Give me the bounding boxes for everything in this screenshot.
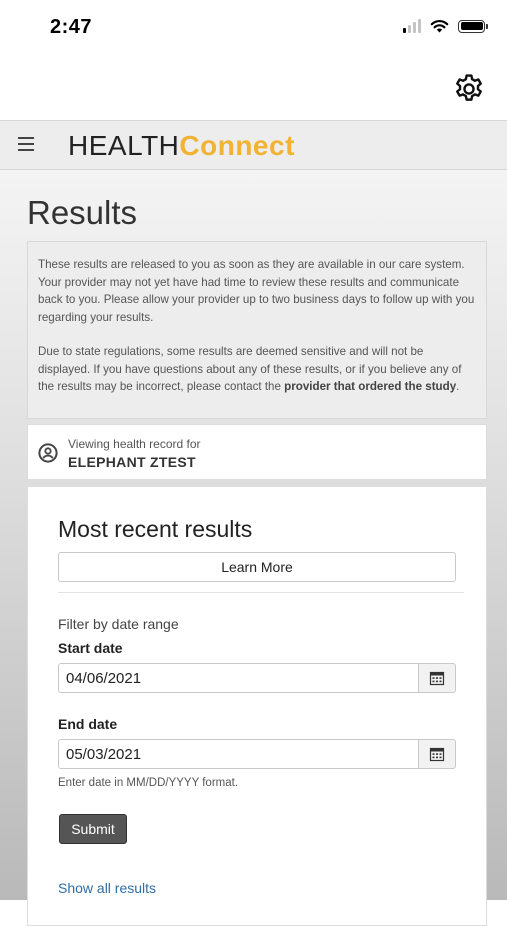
notice-paragraph-2: Due to state regulations, some results a…: [38, 345, 462, 393]
wifi-icon: [430, 20, 449, 33]
page-title: Results: [27, 194, 138, 231]
end-date-calendar-button[interactable]: [418, 739, 456, 769]
calendar-icon: [429, 671, 445, 686]
status-bar: 2:47: [0, 0, 507, 58]
results-notice: These results are released to you as soo…: [27, 241, 487, 419]
divider: [58, 592, 464, 593]
start-date-group: [58, 663, 456, 693]
notice-bold-text: provider that ordered the study: [284, 380, 457, 393]
patient-name: ELEPHANT ZTEST: [68, 454, 196, 470]
healthconnect-logo[interactable]: HEALTHConnect: [68, 130, 295, 162]
results-title: Most recent results: [58, 516, 253, 542]
show-all-results-link[interactable]: Show all results: [58, 880, 156, 896]
start-date-calendar-button[interactable]: [418, 663, 456, 693]
hamburger-menu-icon[interactable]: [18, 137, 34, 151]
start-date-label: Start date: [58, 640, 123, 656]
record-label: Viewing health record for: [68, 437, 201, 451]
end-date-group: [58, 739, 456, 769]
top-toolbar: [0, 58, 507, 120]
learn-more-button[interactable]: Learn More: [58, 552, 456, 582]
logo-text-connect: Connect: [179, 130, 295, 161]
submit-button[interactable]: Submit: [59, 814, 127, 844]
end-date-label: End date: [58, 716, 118, 732]
results-card: Most recent results Learn More Filter by…: [27, 486, 487, 926]
page-content: Results These results are released to yo…: [0, 170, 507, 926]
date-format-hint: Enter date in MM/DD/YYYY format.: [58, 777, 239, 789]
notice-paragraph-1: These results are released to you as soo…: [38, 258, 475, 324]
calendar-icon: [429, 747, 445, 762]
start-date-input[interactable]: [58, 663, 418, 693]
app-header: HEALTHConnect: [0, 120, 507, 170]
end-date-input[interactable]: [58, 739, 418, 769]
battery-icon: [458, 19, 488, 33]
status-icons: [403, 19, 488, 33]
logo-text-health: HEALTH: [68, 130, 180, 161]
person-circle-icon: [38, 443, 58, 463]
health-record-card: Viewing health record for ELEPHANT ZTEST: [27, 424, 487, 480]
filter-label: Filter by date range: [58, 616, 179, 632]
status-time: 2:47: [50, 16, 93, 38]
cellular-signal-icon: [403, 19, 421, 33]
gear-icon[interactable]: [452, 72, 486, 106]
